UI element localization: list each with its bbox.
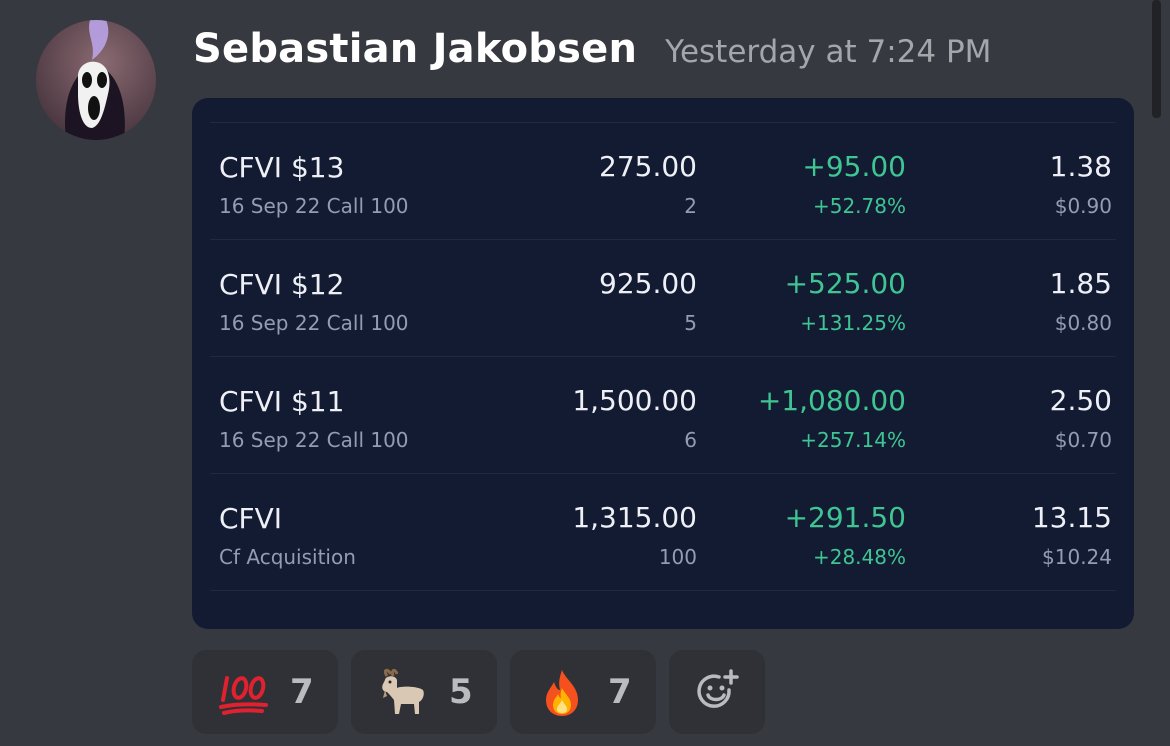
message-header: Sebastian Jakobsen Yesterday at 7:24 PM	[193, 26, 991, 82]
scrollbar[interactable]	[1152, 0, 1161, 118]
market-value: 275.00	[599, 150, 697, 183]
chat-message: Sebastian Jakobsen Yesterday at 7:24 PM …	[0, 0, 1170, 746]
reaction-goat[interactable]: 5	[351, 650, 497, 734]
add-reaction-button[interactable]	[669, 650, 765, 734]
current-price: 2.50	[1049, 384, 1112, 417]
reaction-count: 7	[290, 672, 314, 712]
current-price: 1.38	[1049, 150, 1112, 183]
quantity: 100	[658, 545, 697, 569]
position-row: CFVI Cf Acquisition 1,315.00 100 +291.50…	[210, 474, 1116, 591]
fire-icon	[536, 666, 588, 718]
position-row: CFVI $11 16 Sep 22 Call 100 1,500.00 6 +…	[210, 357, 1116, 474]
profit-loss: +1,080.00	[757, 384, 906, 417]
position-name: CFVI $11	[219, 385, 345, 418]
quantity: 2	[684, 194, 697, 218]
position-name: CFVI $12	[219, 268, 345, 301]
position-row: CFVI $12 16 Sep 22 Call 100 925.00 5 +52…	[210, 240, 1116, 357]
profit-loss-percent: +52.78%	[812, 194, 906, 218]
profit-loss: +525.00	[784, 267, 906, 300]
average-cost: $0.90	[1054, 194, 1112, 218]
market-value: 925.00	[599, 267, 697, 300]
profit-loss-percent: +257.14%	[800, 428, 906, 452]
current-price: 13.15	[1031, 501, 1112, 534]
profit-loss: +95.00	[802, 150, 906, 183]
average-cost: $0.80	[1054, 311, 1112, 335]
market-value: 1,315.00	[572, 501, 697, 534]
author-name[interactable]: Sebastian Jakobsen	[193, 26, 637, 72]
reaction-count: 7	[608, 672, 632, 712]
quantity: 5	[684, 311, 697, 335]
reaction-fire[interactable]: 7	[510, 650, 656, 734]
goat-icon	[377, 666, 429, 718]
current-price: 1.85	[1049, 267, 1112, 300]
profit-loss: +291.50	[784, 501, 906, 534]
portfolio-screenshot[interactable]: CFVI $13 16 Sep 22 Call 100 275.00 2 +95…	[192, 98, 1134, 629]
average-cost: $0.70	[1054, 428, 1112, 452]
hundred-points-icon	[218, 666, 270, 718]
reaction-hundred-points[interactable]: 7	[192, 650, 338, 734]
timestamp[interactable]: Yesterday at 7:24 PM	[665, 34, 991, 70]
reaction-bar: 7 5 7	[192, 650, 765, 734]
position-detail: Cf Acquisition	[219, 545, 356, 569]
quantity: 6	[684, 428, 697, 452]
position-name: CFVI	[219, 502, 283, 535]
position-row: CFVI $13 16 Sep 22 Call 100 275.00 2 +95…	[210, 123, 1116, 240]
reaction-count: 5	[449, 672, 473, 712]
average-cost: $10.24	[1042, 545, 1112, 569]
position-name: CFVI $13	[219, 151, 345, 184]
add-reaction-icon	[691, 666, 743, 718]
profit-loss-percent: +28.48%	[812, 545, 906, 569]
position-detail: 16 Sep 22 Call 100	[219, 428, 409, 452]
profit-loss-percent: +131.25%	[800, 311, 906, 335]
market-value: 1,500.00	[572, 384, 697, 417]
avatar[interactable]	[36, 20, 156, 140]
position-detail: 16 Sep 22 Call 100	[219, 311, 409, 335]
position-detail: 16 Sep 22 Call 100	[219, 194, 409, 218]
